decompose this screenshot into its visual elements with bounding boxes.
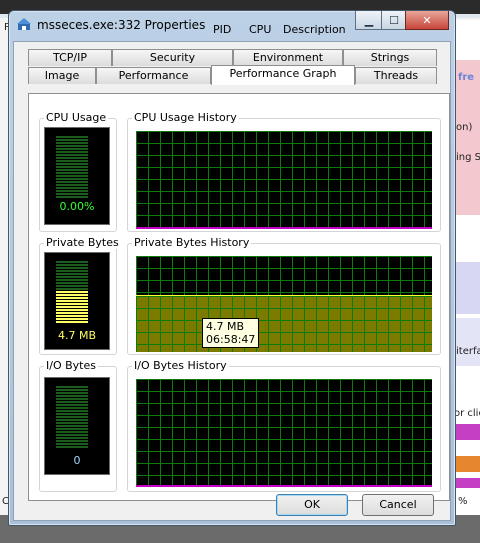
tab-tcpip[interactable]: TCP/IP (28, 49, 112, 66)
cancel-button[interactable]: Cancel (362, 494, 434, 516)
column-header-cpu: CPU (249, 23, 272, 36)
background-row-highlight (452, 60, 480, 215)
tab-performance[interactable]: Performance (96, 67, 211, 84)
graph-tooltip: 4.7 MB 06:58:47 (202, 318, 260, 348)
tooltip-time: 06:58:47 (206, 333, 256, 346)
close-icon: ✕ (422, 13, 432, 27)
column-header-pid: PID (213, 23, 232, 36)
maximize-icon: ☐ (389, 13, 399, 27)
cpu-usage-bar (56, 136, 88, 198)
tooltip-value: 4.7 MB (206, 320, 245, 333)
maximize-button[interactable]: ☐ (381, 11, 407, 30)
background-row-highlight (452, 456, 480, 472)
io-history-label: I/O Bytes History (132, 359, 229, 372)
tab-image[interactable]: Image (28, 67, 96, 84)
dialog-client-area: TCP/IP Security Environment Strings Imag… (13, 41, 451, 521)
background-text: ing Se (456, 152, 480, 163)
private-bytes-meter: 4.7 MB (44, 252, 110, 350)
cpu-history-line (136, 227, 432, 229)
private-history-graph (136, 256, 432, 352)
background-text: or click (454, 408, 480, 419)
app-icon (17, 18, 31, 30)
private-bytes-label: Private Bytes (44, 236, 121, 249)
background-row-highlight (452, 262, 480, 314)
cpu-history-graph (136, 131, 432, 229)
cpu-usage-group: CPU Usage 0.00% (39, 111, 117, 232)
background-text: on) (456, 122, 473, 133)
private-bytes-bar (56, 291, 88, 323)
ok-button[interactable]: OK (276, 494, 348, 516)
io-history-group: I/O Bytes History (127, 359, 441, 492)
private-history-area (136, 295, 432, 352)
performance-graph-panel: CPU Usage 0.00% CPU Usage History Privat… (28, 93, 450, 501)
private-history-label: Private Bytes History (132, 236, 252, 249)
tab-environment[interactable]: Environment (233, 49, 343, 66)
private-history-group: Private Bytes History 4.7 MB 06:58:47 (127, 236, 441, 355)
background-row-highlight (452, 478, 480, 488)
title-bar[interactable]: msseces.exe:332 Properties PID CPU Descr… (9, 11, 455, 37)
minimize-button[interactable]: ▁ (355, 11, 383, 30)
properties-window: msseces.exe:332 Properties PID CPU Descr… (8, 10, 456, 526)
cpu-history-label: CPU Usage History (132, 111, 239, 124)
io-history-graph (136, 379, 432, 487)
io-bytes-meter: 0 (44, 377, 110, 475)
close-button[interactable]: ✕ (405, 11, 449, 30)
io-bytes-value: 0 (73, 454, 81, 467)
background-row-highlight (452, 318, 480, 366)
io-history-line (136, 485, 432, 487)
background-row-highlight (452, 424, 480, 440)
column-header-description: Description (283, 23, 346, 36)
io-bytes-bar (56, 386, 88, 448)
tab-performance-graph[interactable]: Performance Graph (211, 65, 355, 85)
cpu-usage-meter: 0.00% (44, 127, 110, 225)
private-bytes-value: 4.7 MB (57, 329, 97, 342)
tab-threads[interactable]: Threads (355, 67, 437, 84)
tab-strings[interactable]: Strings (343, 49, 437, 66)
minimize-icon: ▁ (364, 13, 374, 27)
cpu-history-group: CPU Usage History (127, 111, 441, 232)
io-bytes-group: I/O Bytes 0 (39, 359, 117, 492)
window-title: msseces.exe:332 Properties (37, 18, 206, 32)
private-bytes-group: Private Bytes 4.7 MB (39, 236, 121, 355)
io-bytes-label: I/O Bytes (44, 359, 98, 372)
background-text: % (458, 496, 468, 507)
cpu-usage-label: CPU Usage (44, 111, 109, 124)
background-text: fre (458, 72, 475, 83)
tab-security[interactable]: Security (112, 49, 233, 66)
cpu-usage-value: 0.00% (59, 200, 95, 213)
background-text: iterface (456, 346, 480, 357)
